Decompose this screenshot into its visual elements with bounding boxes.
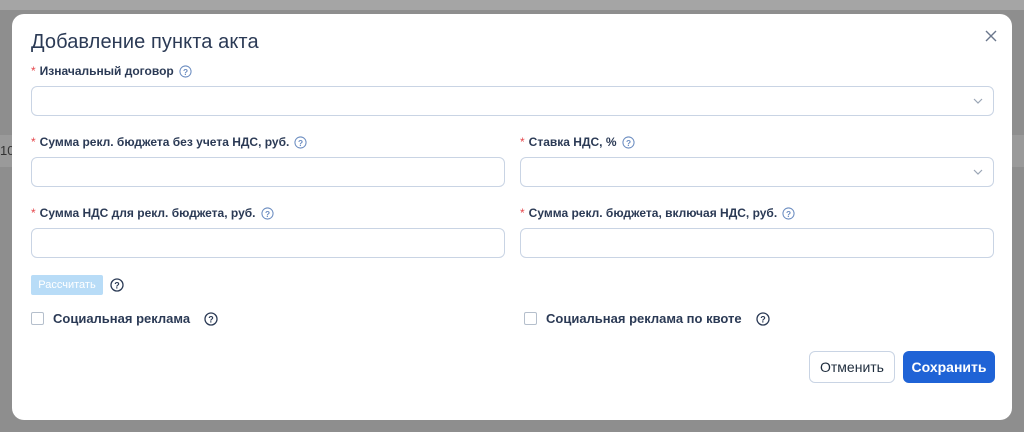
budget-with-vat-field[interactable]	[521, 229, 993, 257]
svg-text:?: ?	[208, 314, 214, 324]
social-ad-quota-label[interactable]: Социальная реклама по квоте	[546, 311, 742, 326]
required-asterisk: *	[31, 135, 36, 149]
chevron-down-icon	[973, 98, 983, 104]
contract-label-text: Изначальный договор	[39, 64, 174, 78]
social-ad-quota-checkbox-row: Социальная реклама по квоте ?	[524, 311, 770, 326]
contract-select[interactable]	[31, 86, 994, 116]
vat-amount-field[interactable]	[32, 229, 504, 257]
help-icon[interactable]: ?	[621, 135, 635, 149]
vat-amount-label-text: Сумма НДС для рекл. бюджета, руб.	[39, 206, 256, 220]
help-icon[interactable]: ?	[179, 64, 192, 78]
svg-text:?: ?	[114, 281, 120, 291]
required-asterisk: *	[31, 64, 36, 78]
required-asterisk: *	[520, 135, 525, 149]
calculate-button[interactable]: Рассчитать	[31, 275, 103, 295]
svg-text:?: ?	[625, 137, 630, 147]
vat-amount-input[interactable]	[31, 228, 505, 258]
help-icon[interactable]: ?	[755, 311, 770, 326]
budget-with-vat-label-text: Сумма рекл. бюджета, включая НДС, руб.	[528, 206, 778, 220]
budget-no-vat-field[interactable]	[32, 158, 504, 186]
vat-amount-label: * Сумма НДС для рекл. бюджета, руб. ?	[31, 206, 274, 220]
help-icon[interactable]: ?	[204, 311, 218, 326]
vat-rate-select[interactable]	[520, 157, 994, 187]
svg-text:?: ?	[183, 66, 188, 76]
cancel-button[interactable]: Отменить	[809, 351, 895, 383]
social-ad-checkbox[interactable]	[31, 312, 44, 325]
help-icon[interactable]: ?	[110, 278, 124, 292]
save-button[interactable]: Сохранить	[903, 351, 995, 383]
help-icon[interactable]: ?	[782, 206, 795, 220]
social-ad-quota-checkbox[interactable]	[524, 312, 537, 325]
social-ad-checkbox-row: Социальная реклама ?	[31, 311, 218, 326]
svg-text:?: ?	[760, 314, 766, 324]
contract-select-input[interactable]	[32, 87, 993, 115]
social-ad-label[interactable]: Социальная реклама	[53, 311, 190, 326]
chevron-down-icon	[973, 169, 983, 175]
backdrop-header	[0, 0, 1024, 10]
vat-rate-label-text: Ставка НДС, %	[528, 135, 617, 149]
vat-rate-select-input[interactable]	[521, 158, 993, 186]
close-icon[interactable]	[982, 27, 1000, 45]
required-asterisk: *	[31, 206, 36, 220]
dialog-title: Добавление пункта акта	[31, 31, 259, 53]
budget-no-vat-label-text: Сумма рекл. бюджета без учета НДС, руб.	[39, 135, 290, 149]
vat-rate-label: * Ставка НДС, % ?	[520, 135, 635, 149]
svg-text:?: ?	[298, 137, 303, 147]
budget-no-vat-label: * Сумма рекл. бюджета без учета НДС, руб…	[31, 135, 307, 149]
svg-text:?: ?	[786, 208, 791, 218]
required-asterisk: *	[520, 206, 525, 220]
help-icon[interactable]: ?	[260, 206, 274, 220]
contract-label: * Изначальный договор ?	[31, 64, 192, 78]
svg-text:?: ?	[264, 208, 269, 218]
budget-with-vat-input[interactable]	[520, 228, 994, 258]
budget-with-vat-label: * Сумма рекл. бюджета, включая НДС, руб.…	[520, 206, 795, 220]
add-act-item-dialog: Добавление пункта акта * Изначальный дог…	[12, 14, 1012, 420]
budget-no-vat-input[interactable]	[31, 157, 505, 187]
help-icon[interactable]: ?	[294, 135, 307, 149]
